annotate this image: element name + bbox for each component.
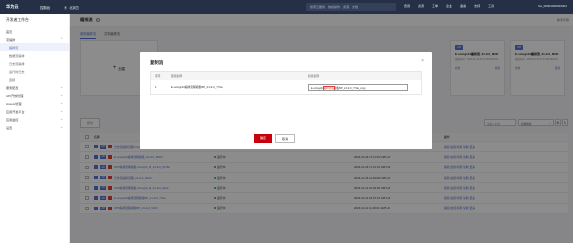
sidebar-item[interactable]: 流编排 ⌃ — [0, 35, 69, 43]
confirm-button[interactable]: 确定 — [254, 134, 273, 144]
chevron-icon: ⌄ — [60, 93, 63, 97]
sidebar-item-label: 连接 — [9, 77, 16, 82]
dialog-buttons: 确定 取消 — [254, 134, 296, 144]
sidebar-item-label: 运行时日志 — [9, 69, 25, 74]
chevron-icon: ⌄ — [60, 125, 63, 129]
cancel-button[interactable]: 取消 — [275, 134, 296, 144]
sidebar-item[interactable]: 设置 ⌄ — [0, 123, 69, 131]
new-flow-name-input[interactable]: E-octogrd4编排流程模板BP_21-9-0_77da_copy — [307, 83, 408, 91]
sidebar-item[interactable]: 应用监控 ⌄ — [0, 115, 69, 123]
sidebar-item[interactable]: 日志流编排 — [0, 59, 69, 67]
sidebar-title: 开发者工作台 — [6, 18, 29, 22]
new-name-prefix: E-octogrd4 — [310, 87, 324, 91]
col-header-index: 序号 — [155, 74, 161, 78]
chevron-icon: ⌄ — [60, 85, 63, 89]
top-links: 费用 资源 工单 企业 备案 支持 工具 — [404, 4, 494, 8]
top-link-enterprise[interactable]: 企业 — [446, 4, 452, 8]
region-label: 北京四 — [69, 5, 79, 10]
copy-flow-dialog: 复制流 × 序号 源流名称 新流名称 1 E-octogrd4编排流程模板BP_… — [140, 52, 432, 149]
row-index: 1 — [155, 85, 157, 89]
top-link-tools[interactable]: 工具 — [488, 4, 494, 8]
sidebar-item[interactable]: Assets管理 ⌄ — [0, 99, 69, 107]
top-link-filing[interactable]: 备案 — [460, 4, 466, 8]
top-link-tickets[interactable]: 工单 — [432, 4, 438, 8]
chevron-icon: ⌃ — [60, 37, 63, 41]
sidebar-item-label: 日志流编排 — [9, 61, 25, 66]
sidebar-item[interactable]: 首页 — [0, 27, 69, 35]
sidebar-item-label: 首页 — [6, 29, 13, 34]
copy-flow-table: 序号 源流名称 新流名称 1 E-octogrd4编排流程模板BP_21-9-0… — [150, 71, 422, 95]
source-flow-name: E-octogrd4编排流程模板BP_21-9-0_77da — [170, 85, 223, 89]
top-navigation-bar: 华为云 控制台 ⦿ 北京四 搜索云服务、快捷操作、资源、文档 费用 资源 工单 … — [0, 0, 573, 14]
sidebar-item[interactable]: API开放管理 ⌄ — [0, 91, 69, 99]
sidebar-item[interactable]: 应用开发平台 ⌄ — [0, 107, 69, 115]
sidebar-item[interactable]: 服务配置 ⌄ — [0, 83, 69, 91]
sidebar-item[interactable]: 运行时日志 — [0, 67, 69, 75]
top-link-resources[interactable]: 资源 — [418, 4, 424, 8]
copy-table-row: 1 E-octogrd4编排流程模板BP_21-9-0_77da E-octog… — [151, 80, 421, 94]
sidebar-item-label: 服务配置 — [6, 85, 19, 90]
sidebar-item-label: 数据流编排 — [9, 53, 25, 58]
sidebar: 开发者工作台 首页 流编排 ⌃ 编排流 数据流编排 日志流编排 运行时日志 连接 服务配置 ⌄ AP… — [0, 14, 70, 243]
sidebar-menu: 首页 流编排 ⌃ 编排流 数据流编排 日志流编排 运行时日志 连接 服务配置 ⌄ API开放管理 ⌄ A… — [0, 27, 69, 131]
brand-logo[interactable]: 华为云 — [0, 4, 40, 10]
sidebar-item-label: 应用监控 — [6, 117, 19, 122]
dialog-title: 复制流 — [150, 60, 164, 65]
sidebar-item[interactable]: 连接 — [0, 75, 69, 83]
new-name-suffix: 模板BP_21-9-0_77da_copy — [333, 87, 366, 91]
sidebar-item-label: 应用开发平台 — [6, 109, 25, 114]
sidebar-item-label: 设置 — [6, 125, 13, 130]
user-account-menu[interactable]: hw_00001000010001 — [538, 4, 567, 8]
sidebar-item-label: 流编排 — [6, 37, 16, 42]
chevron-icon: ⌄ — [60, 117, 63, 121]
top-link-support[interactable]: 支持 — [474, 4, 480, 8]
col-header-source: 源流名称 — [170, 74, 183, 78]
sidebar-item-label: API开放管理 — [6, 93, 24, 98]
sidebar-item-label: Assets管理 — [6, 101, 22, 106]
new-name-highlight: 编排流程 — [322, 86, 335, 91]
col-header-new: 新流名称 — [307, 74, 320, 78]
location-icon: ⦿ — [64, 5, 68, 10]
close-icon[interactable]: × — [421, 58, 424, 64]
chevron-icon: ⌄ — [60, 101, 63, 105]
sidebar-item-label: 编排流 — [9, 45, 19, 50]
global-search-input[interactable]: 搜索云服务、快捷操作、资源、文档 — [306, 3, 396, 11]
chevron-icon: ⌄ — [60, 109, 63, 113]
region-selector[interactable]: ⦿ 北京四 — [64, 5, 134, 10]
copy-table-header: 序号 源流名称 新流名称 — [151, 72, 421, 80]
top-link-fees[interactable]: 费用 — [404, 4, 410, 8]
sidebar-item[interactable]: 编排流 — [0, 43, 69, 51]
sidebar-item[interactable]: 数据流编排 — [0, 51, 69, 59]
console-link[interactable]: 控制台 — [40, 5, 64, 10]
